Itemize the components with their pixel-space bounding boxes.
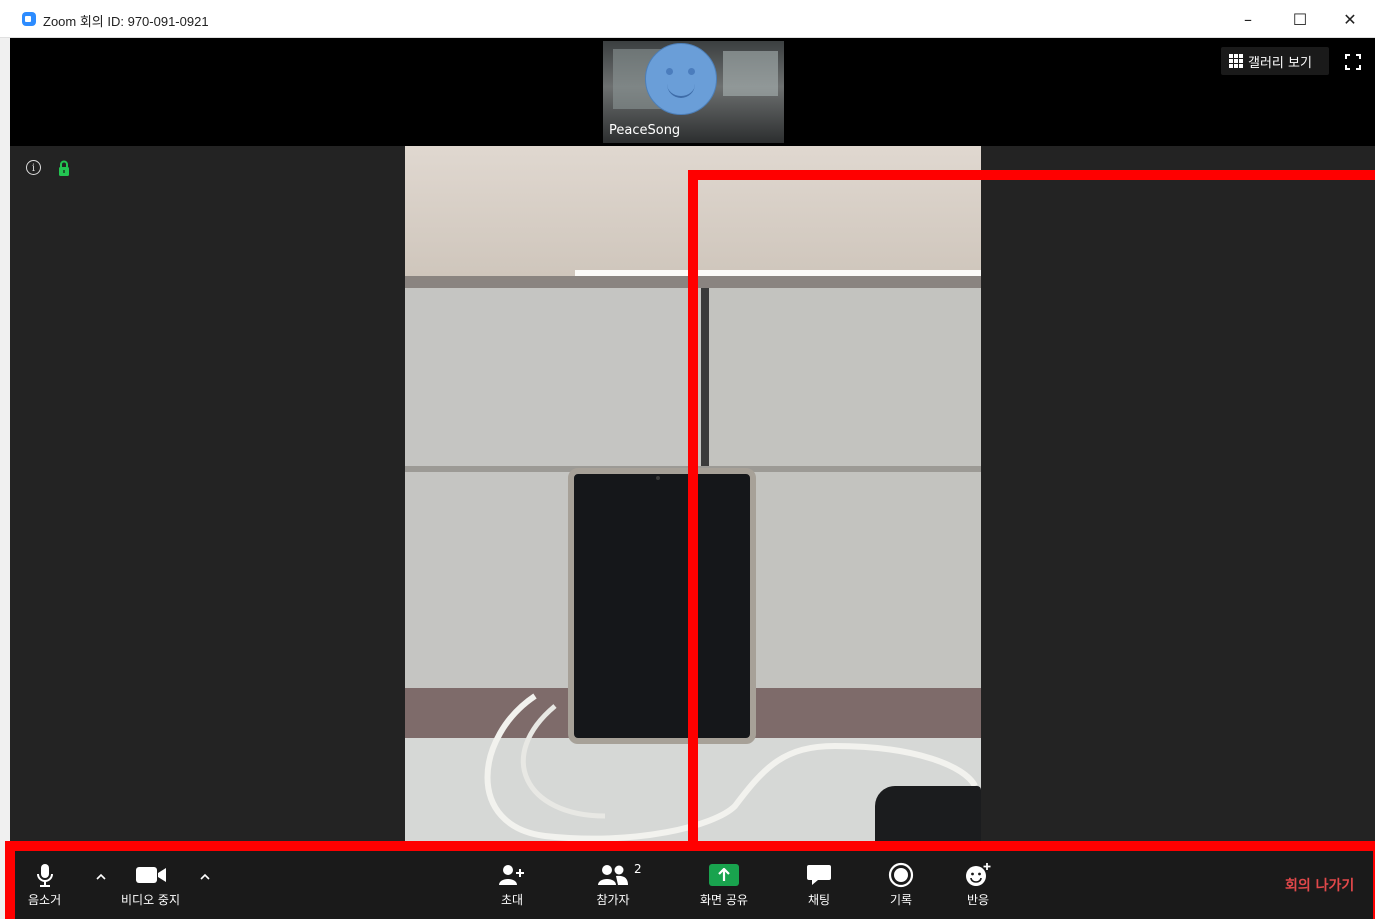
participants-button[interactable]: 참가자 bbox=[596, 862, 630, 908]
video-camera-icon bbox=[135, 867, 166, 883]
zoom-logo-icon bbox=[22, 12, 36, 26]
invite-label: 초대 bbox=[500, 893, 524, 907]
participants-icon bbox=[598, 865, 628, 885]
gallery-icon bbox=[1229, 54, 1243, 68]
video-options-chevron-icon[interactable] bbox=[200, 872, 210, 882]
window-title: Zoom 회의 ID: 970-091-0921 bbox=[43, 14, 209, 29]
annotation-box-video bbox=[688, 170, 1375, 870]
mute-label: 음소거 bbox=[28, 893, 62, 907]
share-screen-button[interactable]: 화면 공유 bbox=[700, 862, 748, 908]
chat-button[interactable]: 채팅 bbox=[806, 862, 832, 908]
chat-icon bbox=[807, 865, 831, 885]
record-button[interactable]: 기록 bbox=[888, 862, 914, 908]
minimize-button[interactable]: – bbox=[1223, 0, 1273, 38]
meeting-toolbar bbox=[15, 851, 1373, 919]
maximize-button[interactable]: ☐ bbox=[1275, 0, 1325, 38]
lock-icon[interactable] bbox=[58, 160, 70, 176]
close-button[interactable]: ✕ bbox=[1325, 0, 1375, 38]
leave-meeting-button[interactable]: 회의 나가기 bbox=[1285, 875, 1354, 895]
participants-label: 참가자 bbox=[596, 893, 630, 907]
record-icon bbox=[888, 862, 914, 888]
fullscreen-icon[interactable] bbox=[1345, 54, 1361, 70]
reactions-button[interactable]: 반응 bbox=[964, 862, 992, 908]
participant-name: PeaceSong bbox=[609, 123, 681, 138]
gallery-view-label: 갤러리 보기 bbox=[1248, 55, 1312, 71]
face-cover-icon bbox=[645, 43, 717, 115]
info-icon[interactable]: i bbox=[26, 160, 41, 175]
record-label: 기록 bbox=[889, 893, 913, 907]
reactions-label: 반응 bbox=[966, 893, 990, 907]
stop-video-button[interactable]: 비디오 중지 bbox=[121, 862, 180, 908]
stop-video-label: 비디오 중지 bbox=[121, 893, 181, 907]
add-person-icon bbox=[499, 865, 524, 885]
gallery-view-button[interactable]: 갤러리 보기 bbox=[1221, 47, 1329, 75]
microphone-icon bbox=[36, 864, 53, 887]
reaction-emoji-icon bbox=[966, 863, 991, 886]
chat-label: 채팅 bbox=[807, 893, 831, 907]
share-screen-label: 화면 공유 bbox=[700, 893, 748, 907]
share-screen-icon bbox=[708, 864, 739, 886]
invite-button[interactable]: 초대 bbox=[498, 862, 526, 908]
participant-count-badge: 2 bbox=[634, 862, 642, 876]
audio-options-chevron-icon[interactable] bbox=[96, 872, 106, 882]
mute-button[interactable]: 음소거 bbox=[28, 862, 61, 908]
